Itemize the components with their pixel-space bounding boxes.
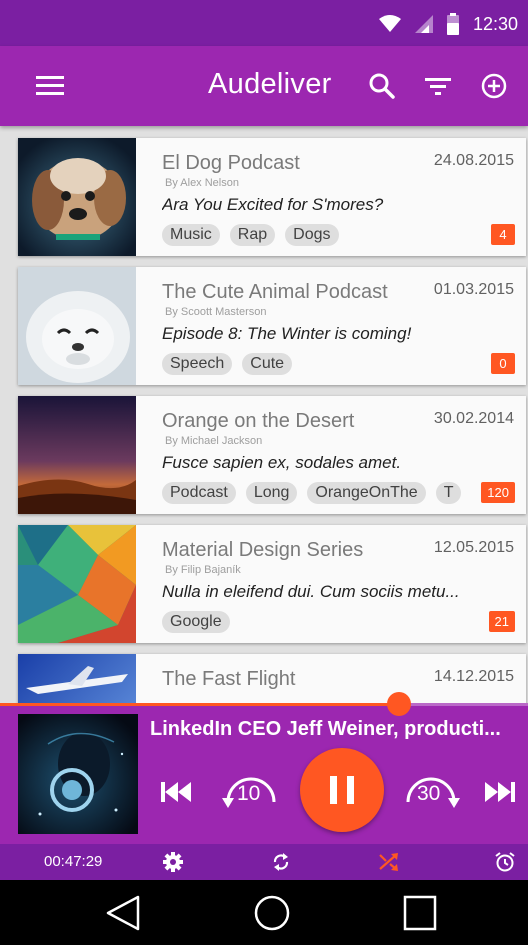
podcast-author: By Alex Nelson <box>165 177 239 189</box>
menu-icon[interactable] <box>36 72 66 100</box>
status-bar: 12:30 <box>0 0 528 46</box>
battery-icon <box>446 13 459 35</box>
back-icon[interactable] <box>104 895 144 931</box>
episode-count-badge: 21 <box>488 611 515 632</box>
episode-title: Ara You Excited for S'mores? <box>162 195 384 214</box>
forward-seconds-label: 30 <box>417 782 441 805</box>
podcast-date: 30.02.2014 <box>433 410 514 427</box>
tag-chip[interactable]: OrangeOnThe <box>307 482 426 504</box>
now-playing-title: LinkedIn CEO Jeff Weiner, producti... <box>150 718 501 740</box>
podcast-thumbnail <box>18 267 136 385</box>
episode-title: Nulla in eleifend dui. Cum sociis metu..… <box>162 582 460 601</box>
tag-chip[interactable]: Long <box>245 482 298 504</box>
now-playing-artwork <box>18 714 138 834</box>
player-bottom-bar: 00:47:29 <box>0 844 528 880</box>
tag-chip[interactable]: Podcast <box>162 482 236 504</box>
podcast-card-el-dog[interactable]: El Dog Podcast 24.08.2015 By Alex Nelson… <box>18 138 526 256</box>
podcast-title: The Fast Flight <box>162 668 296 690</box>
podcast-card-orange-desert[interactable]: Orange on the Desert 30.02.2014 By Micha… <box>18 396 526 514</box>
search-icon[interactable] <box>366 70 398 102</box>
system-navigation-bar <box>0 880 528 945</box>
shuffle-icon[interactable] <box>378 851 400 873</box>
episode-count-badge: 0 <box>491 353 515 374</box>
episode-title: Episode 8: The Winter is coming! <box>162 324 412 343</box>
app-title: Audeliver <box>208 68 332 100</box>
playback-progress-bar[interactable] <box>0 692 528 716</box>
podcast-date: 24.08.2015 <box>433 152 514 169</box>
tag-chip[interactable]: T <box>435 482 462 504</box>
tag-list: Google <box>162 611 472 633</box>
playback-seek-handle[interactable] <box>386 692 411 716</box>
tag-chip[interactable]: Music <box>162 224 220 246</box>
tag-chip[interactable]: Google <box>162 611 230 633</box>
podcast-title: El Dog Podcast <box>162 152 300 174</box>
tag-chip[interactable]: Rap <box>229 224 276 246</box>
podcast-list[interactable]: El Dog Podcast 24.08.2015 By Alex Nelson… <box>0 126 528 704</box>
filter-icon[interactable] <box>422 70 454 102</box>
recents-icon[interactable] <box>400 895 440 931</box>
rewind-10-button[interactable]: 10 <box>220 768 282 816</box>
repeat-icon[interactable] <box>270 851 292 873</box>
podcast-thumbnail <box>18 525 136 643</box>
podcast-card-fast-flight[interactable]: The Fast Flight 14.12.2015 <box>18 654 526 704</box>
settings-icon[interactable] <box>162 851 184 873</box>
tag-chip[interactable]: Cute <box>242 353 293 375</box>
podcast-card-material-design[interactable]: Material Design Series 12.05.2015 By Fil… <box>18 525 526 643</box>
tag-list: Music Rap Dogs <box>162 224 472 246</box>
podcast-title: Orange on the Desert <box>162 410 355 432</box>
forward-30-button[interactable]: 30 <box>400 768 462 816</box>
podcast-thumbnail <box>18 138 136 256</box>
podcast-author: By Michael Jackson <box>165 435 263 447</box>
rewind-seconds-label: 10 <box>237 782 261 805</box>
podcast-author: By Filip Bajaník <box>165 564 241 576</box>
podcast-thumbnail <box>18 396 136 514</box>
wifi-icon <box>378 15 401 32</box>
app-bar: Audeliver <box>0 46 528 126</box>
status-time: 12:30 <box>472 13 518 34</box>
podcast-date: 12.05.2015 <box>433 539 514 556</box>
episode-title: Fusce sapien ex, sodales amet. <box>162 453 402 472</box>
signal-icon <box>414 15 433 33</box>
home-icon[interactable] <box>252 895 292 931</box>
podcast-date: 01.03.2015 <box>433 281 514 298</box>
skip-previous-icon[interactable] <box>160 780 192 804</box>
elapsed-time: 00:47:29 <box>44 853 103 870</box>
tag-list: Podcast Long OrangeOnThe T <box>162 482 472 504</box>
podcast-thumbnail <box>18 654 136 704</box>
mini-player: LinkedIn CEO Jeff Weiner, producti... 10… <box>0 692 528 844</box>
podcast-card-cute-animal[interactable]: The Cute Animal Podcast 01.03.2015 By Sc… <box>18 267 526 385</box>
podcast-title: The Cute Animal Podcast <box>162 281 388 303</box>
episode-count-badge: 120 <box>481 482 515 503</box>
tag-chip[interactable]: Speech <box>162 353 233 375</box>
episode-count-badge: 4 <box>491 224 515 245</box>
pause-icon <box>330 776 354 804</box>
alarm-icon[interactable] <box>494 851 516 873</box>
playback-progress-fill <box>0 703 399 706</box>
tag-chip[interactable]: Dogs <box>285 224 339 246</box>
tag-list: Speech Cute <box>162 353 472 375</box>
podcast-author: By Scoott Masterson <box>165 306 267 318</box>
skip-next-icon[interactable] <box>484 780 516 804</box>
podcast-title: Material Design Series <box>162 539 364 561</box>
add-circle-icon[interactable] <box>478 70 510 102</box>
play-pause-button[interactable] <box>300 748 384 832</box>
podcast-date: 14.12.2015 <box>433 668 514 685</box>
